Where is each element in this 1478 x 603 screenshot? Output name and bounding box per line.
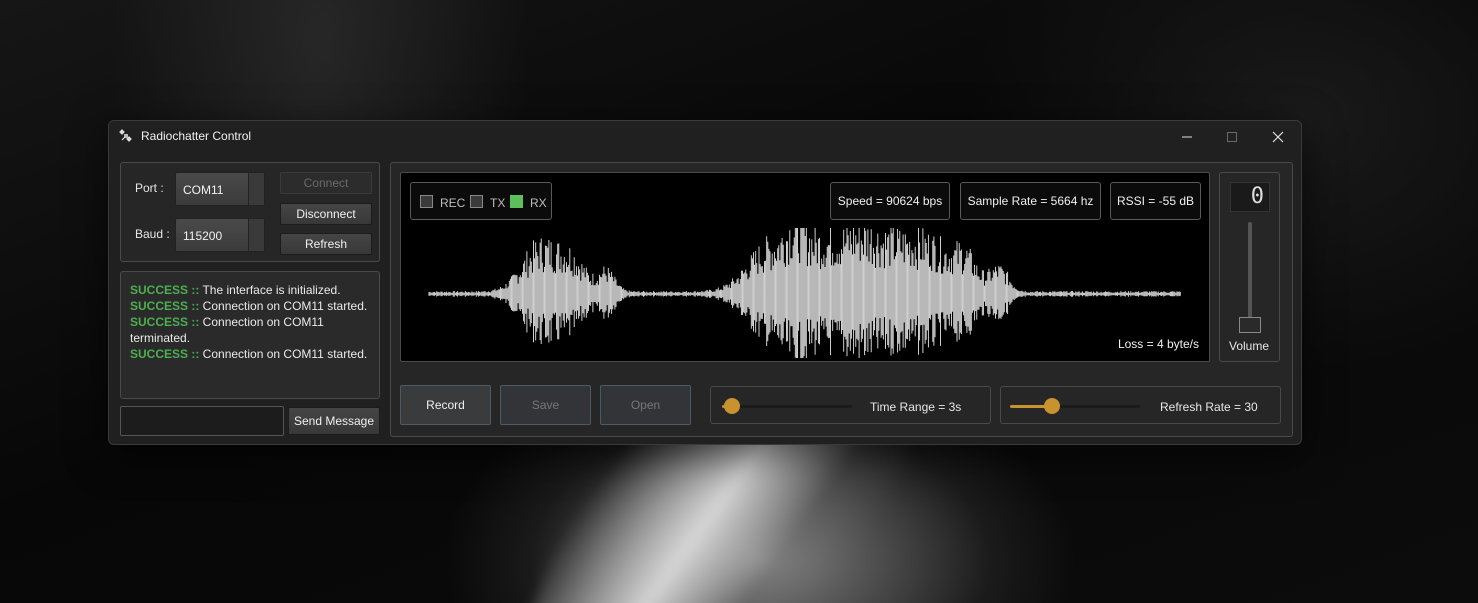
open-button[interactable]: Open [600,385,691,425]
indicator-group: REC TX RX [410,182,552,220]
refresh-rate-label: Refresh Rate = 30 [1160,400,1258,414]
title-bar[interactable]: Radiochatter Control [109,121,1301,152]
disconnect-button[interactable]: Disconnect [280,203,372,225]
refresh-button[interactable]: Refresh [280,233,372,255]
rec-checkbox[interactable] [420,195,433,208]
volume-panel: 0 Volume [1219,172,1280,362]
connect-button[interactable]: Connect [280,172,372,194]
minimize-button[interactable] [1164,121,1210,152]
log-entry: SUCCESS :: Connection on COM11 terminate… [130,314,330,346]
audio-waveform [428,228,1181,358]
sample-rate-readout: Sample Rate = 5664 hz [960,182,1101,220]
volume-label: Volume [1229,339,1270,353]
port-value: COM11 [183,183,224,197]
message-input[interactable] [120,406,284,436]
volume-track[interactable] [1248,222,1252,322]
log-status: SUCCESS :: [130,315,200,329]
baud-select[interactable]: 115200 [175,218,265,252]
satellite-icon [119,129,132,142]
tx-checkbox[interactable] [470,195,483,208]
window-title: Radiochatter Control [141,129,252,143]
log-status: SUCCESS :: [130,283,200,297]
port-select[interactable]: COM11 [175,172,265,206]
refresh-rate-handle[interactable] [1044,398,1060,414]
time-range-panel: Time Range = 3s [710,386,991,424]
volume-lcd: 0 [1230,182,1270,212]
rssi-readout: RSSI = -55 dB [1110,182,1201,220]
connection-panel: Port : COM11 Baud : 115200 Connect Disco… [120,162,380,262]
log-entry: SUCCESS :: Connection on COM11 started. [130,298,370,314]
log-text: The interface is initialized. [199,283,341,297]
maximize-icon [1227,131,1237,142]
rx-checkbox[interactable] [510,195,523,208]
refresh-rate-slider[interactable] [1010,405,1140,408]
log-text: Connection on COM11 started. [199,299,368,313]
port-dropdown-arrow[interactable] [248,173,264,205]
time-range-handle[interactable] [724,398,740,414]
app-window: Radiochatter Control Port : COM11 Baud :… [108,120,1302,445]
rx-label: RX [530,196,547,210]
speed-readout: Speed = 90624 bps [830,182,950,220]
save-button[interactable]: Save [500,385,591,425]
waveform-display: REC TX RX Speed = 90624 bps Sample Rate … [400,172,1210,362]
baud-value: 115200 [183,229,223,243]
baud-label: Baud : [135,227,170,241]
close-icon [1272,131,1284,142]
log-entry: SUCCESS :: Connection on COM11 started. [130,346,370,362]
message-log[interactable]: SUCCESS :: The interface is initialized.… [120,271,380,399]
volume-handle[interactable] [1239,317,1261,333]
close-button[interactable] [1255,121,1301,152]
time-range-slider[interactable] [722,405,852,408]
refresh-rate-panel: Refresh Rate = 30 [1000,386,1281,424]
volume-value: 0 [1250,184,1264,209]
loss-readout: Loss = 4 byte/s [1117,337,1199,351]
log-status: SUCCESS :: [130,347,200,361]
tx-label: TX [490,196,506,210]
log-text: Connection on COM11 started. [199,347,368,361]
waveform-trace [428,228,1181,358]
maximize-button[interactable] [1209,121,1255,152]
rec-label: REC [440,196,466,210]
log-status: SUCCESS :: [130,299,200,313]
port-label: Port : [135,181,164,195]
log-entry: SUCCESS :: The interface is initialized. [130,282,370,298]
time-range-label: Time Range = 3s [870,400,962,414]
baud-dropdown-arrow[interactable] [248,219,264,251]
record-button[interactable]: Record [400,385,491,425]
send-message-button[interactable]: Send Message [288,407,380,435]
minimize-icon [1182,136,1192,137]
